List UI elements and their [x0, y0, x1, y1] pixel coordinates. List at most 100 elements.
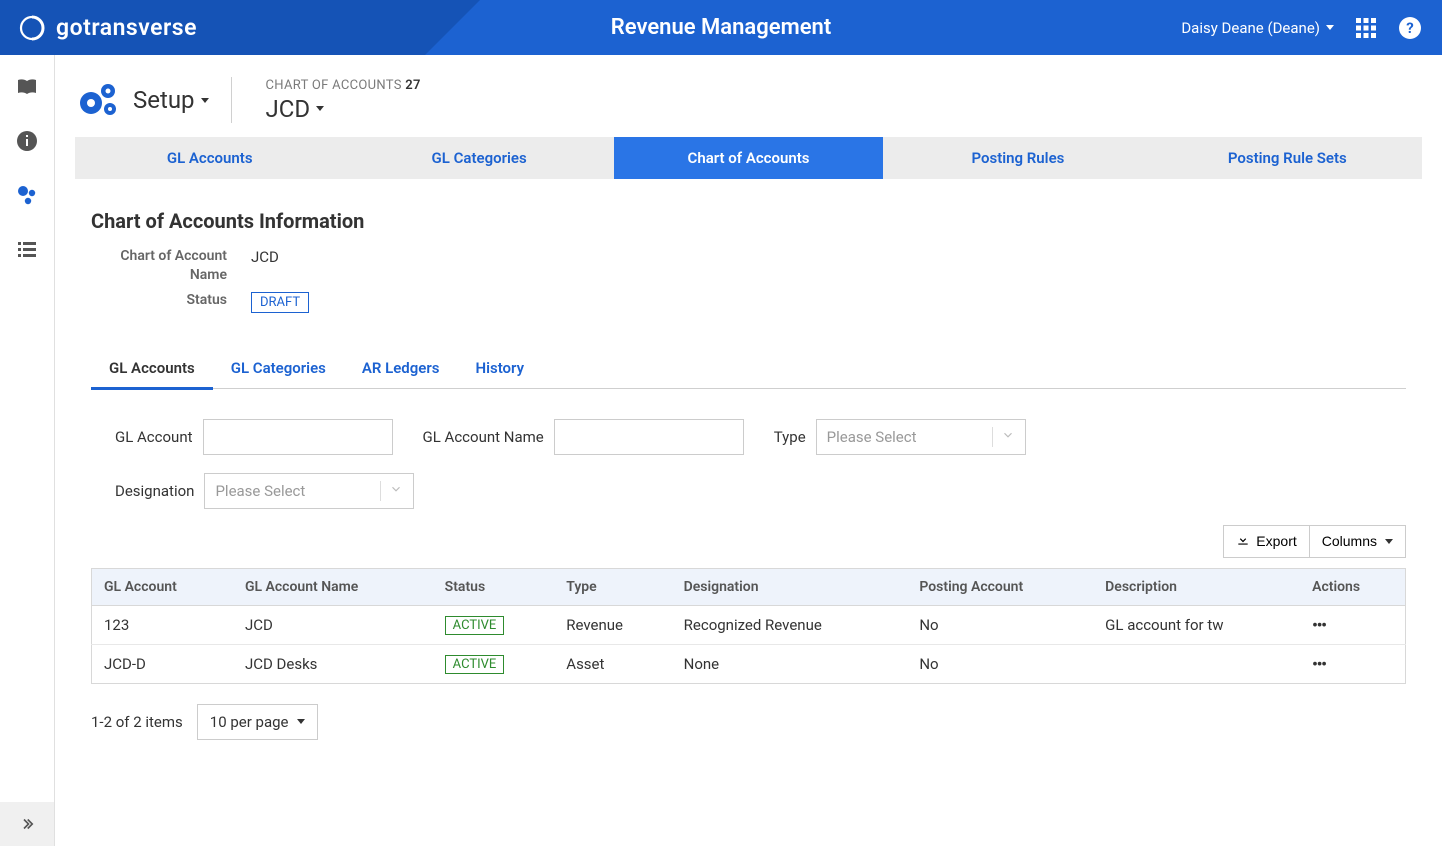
designation-select-placeholder: Please Select: [215, 482, 305, 500]
page-header: Setup CHART OF ACCOUNTS 27 JCD: [55, 55, 1442, 137]
table-toolbar: Export Columns: [55, 519, 1442, 568]
user-name: Daisy Deane (Deane): [1181, 19, 1320, 37]
filter-gl-account-name: GL Account Name: [423, 419, 744, 455]
per-page-label: 10 per page: [210, 713, 289, 731]
filter-label-type: Type: [774, 428, 806, 446]
th-type[interactable]: Type: [554, 568, 671, 605]
cell-gl-account-name: JCD Desks: [233, 644, 433, 683]
info-value-name: JCD: [251, 247, 279, 266]
select-separator: [992, 427, 993, 447]
tab-gl-categories[interactable]: GL Categories: [344, 137, 613, 179]
export-label: Export: [1256, 533, 1296, 549]
th-status[interactable]: Status: [433, 568, 555, 605]
brand-logo-icon: [18, 14, 46, 42]
cell-status: ACTIVE: [433, 605, 555, 644]
select-separator: [380, 481, 381, 501]
breadcrumb-count: 27: [405, 78, 420, 93]
th-description[interactable]: Description: [1093, 568, 1300, 605]
page-title: Revenue Management: [611, 15, 831, 40]
cell-actions: •••: [1300, 605, 1405, 644]
status-badge: DRAFT: [251, 292, 309, 313]
tab-posting-rules[interactable]: Posting Rules: [883, 137, 1152, 179]
user-menu[interactable]: Daisy Deane (Deane): [1181, 19, 1334, 37]
chevron-down-icon: [389, 482, 403, 500]
topbar: gotransverse Revenue Management Daisy De…: [0, 0, 1442, 55]
th-gl-account[interactable]: GL Account: [92, 568, 233, 605]
cell-posting-account: No: [907, 605, 1093, 644]
download-icon: [1236, 533, 1250, 550]
sub-tabs: GL Accounts GL Categories AR Ledgers His…: [91, 349, 1406, 389]
left-rail: [0, 55, 55, 846]
cell-type: Revenue: [554, 605, 671, 644]
info-value-status: DRAFT: [251, 291, 309, 313]
columns-label: Columns: [1322, 533, 1377, 549]
cell-designation: Recognized Revenue: [672, 605, 908, 644]
tab-gl-accounts[interactable]: GL Accounts: [75, 137, 344, 179]
chevron-down-icon: [1326, 25, 1334, 30]
per-page-select[interactable]: 10 per page: [197, 704, 318, 740]
breadcrumb-dropdown[interactable]: JCD: [266, 95, 421, 123]
subtab-ar-ledgers[interactable]: AR Ledgers: [344, 349, 458, 390]
row-actions-menu[interactable]: •••: [1312, 655, 1326, 673]
help-icon[interactable]: ?: [1398, 16, 1422, 40]
type-select[interactable]: Please Select: [816, 419, 1026, 455]
chevron-down-icon: [201, 98, 209, 103]
th-actions[interactable]: Actions: [1300, 568, 1405, 605]
table-row: JCD-D JCD Desks ACTIVE Asset None No •••: [92, 644, 1406, 683]
gl-accounts-table: GL Account GL Account Name Status Type D…: [91, 568, 1406, 684]
breadcrumb-label: CHART OF ACCOUNTS: [266, 78, 402, 93]
setup-gear-icon: [75, 77, 121, 123]
filter-designation: Designation Please Select: [115, 473, 1406, 509]
th-gl-account-name[interactable]: GL Account Name: [233, 568, 433, 605]
gl-account-name-input[interactable]: [554, 419, 744, 455]
filter-label-gl-account: GL Account: [115, 428, 193, 446]
nav-setup-icon[interactable]: [15, 183, 39, 207]
info-label-status: Status: [91, 291, 251, 310]
nav-list-icon[interactable]: [15, 237, 39, 261]
chevron-down-icon: [297, 719, 305, 724]
breadcrumb-name: JCD: [266, 95, 311, 123]
info-row-status: Status DRAFT: [91, 291, 1406, 313]
th-posting-account[interactable]: Posting Account: [907, 568, 1093, 605]
chevron-down-icon: [316, 106, 324, 111]
primary-tabs: GL Accounts GL Categories Chart of Accou…: [75, 137, 1422, 179]
table-header-row: GL Account GL Account Name Status Type D…: [92, 568, 1406, 605]
subtab-gl-categories[interactable]: GL Categories: [213, 349, 344, 390]
rail-expand-icon[interactable]: [0, 802, 54, 846]
brand-name: gotransverse: [56, 14, 197, 41]
setup-block: Setup: [75, 77, 232, 123]
nav-info-icon[interactable]: [15, 129, 39, 153]
row-actions-menu[interactable]: •••: [1312, 616, 1326, 634]
columns-button[interactable]: Columns: [1310, 525, 1406, 558]
status-badge: ACTIVE: [445, 655, 505, 674]
tab-chart-of-accounts[interactable]: Chart of Accounts: [614, 137, 883, 179]
filter-label-designation: Designation: [115, 482, 194, 500]
breadcrumb-category: CHART OF ACCOUNTS 27: [266, 78, 421, 93]
filter-type: Type Please Select: [774, 419, 1026, 455]
info-row-name: Chart of Account Name JCD: [91, 247, 1406, 285]
designation-select[interactable]: Please Select: [204, 473, 414, 509]
setup-dropdown[interactable]: Setup: [133, 86, 209, 114]
filter-bar: GL Account GL Account Name Type Please S…: [55, 389, 1442, 519]
setup-label-text: Setup: [133, 86, 195, 114]
pager: 1-2 of 2 items 10 per page: [55, 684, 1442, 770]
export-button[interactable]: Export: [1223, 525, 1309, 558]
section-title: Chart of Accounts Information: [91, 209, 1406, 233]
brand-block[interactable]: gotransverse: [0, 0, 215, 55]
cell-gl-account: 123: [92, 605, 233, 644]
nav-book-icon[interactable]: [15, 75, 39, 99]
svg-text:?: ?: [1406, 19, 1413, 37]
topbar-right: Daisy Deane (Deane) ?: [1181, 16, 1442, 40]
subtab-history[interactable]: History: [457, 349, 542, 390]
type-select-placeholder: Please Select: [827, 428, 917, 446]
apps-grid-icon[interactable]: [1354, 16, 1378, 40]
chevron-down-icon: [1385, 539, 1393, 544]
gl-account-input[interactable]: [203, 419, 393, 455]
cell-type: Asset: [554, 644, 671, 683]
th-designation[interactable]: Designation: [672, 568, 908, 605]
table-wrap: GL Account GL Account Name Status Type D…: [55, 568, 1442, 684]
subtab-gl-accounts[interactable]: GL Accounts: [91, 349, 213, 390]
chevron-down-icon: [1001, 428, 1015, 446]
tab-posting-rule-sets[interactable]: Posting Rule Sets: [1153, 137, 1422, 179]
cell-actions: •••: [1300, 644, 1405, 683]
